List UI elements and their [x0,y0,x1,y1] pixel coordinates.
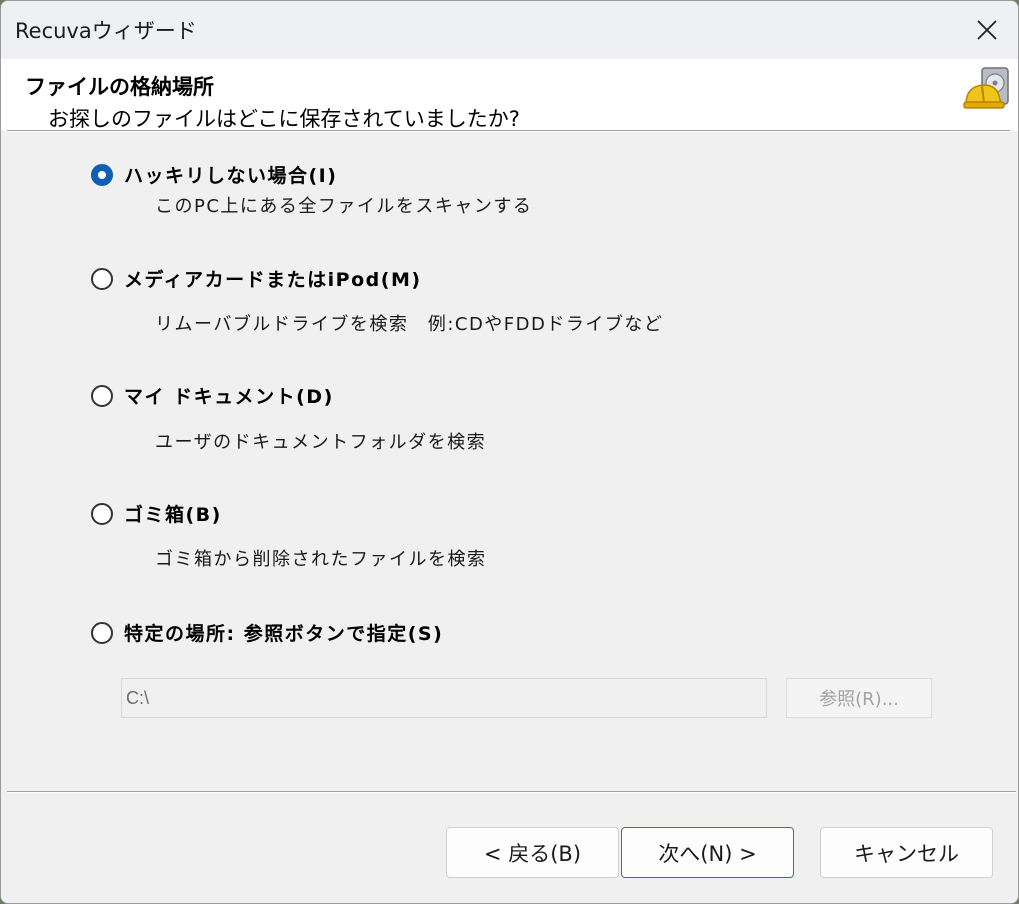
option-recycle-bin[interactable]: ゴミ箱(B) [91,500,222,527]
option-label-my-documents: マイ ドキュメント(D) [124,386,334,408]
option-desc-media-card: リムーバブルドライブを検索 例:CDやFDDドライブなど [155,314,664,335]
cancel-button[interactable]: キャンセル [820,827,993,878]
close-button[interactable] [956,1,1018,59]
option-my-documents[interactable]: マイ ドキュメント(D) [91,382,334,409]
back-button[interactable]: < 戻る(B) [446,827,619,878]
option-label-specific-location: 特定の場所: 参照ボタンで指定(S) [124,623,444,645]
location-path-input[interactable] [121,678,767,718]
title-bar: Recuvaウィザード [1,1,1018,59]
radio-unsure[interactable] [91,163,113,186]
recuva-wizard-window: Recuvaウィザード ファイルの格納場所 お探しのファイルはどこに保存されてい… [0,0,1019,904]
option-desc-recycle-bin: ゴミ箱から削除されたファイルを検索 [155,549,487,570]
option-specific-location[interactable]: 特定の場所: 参照ボタンで指定(S) [91,619,443,646]
window-title: Recuvaウィザード [15,19,197,43]
recuva-hardhat-disk-icon [963,67,1009,109]
option-label-unsure: ハッキリしない場合(I) [124,165,338,187]
radio-media-card[interactable] [91,267,113,290]
option-desc-unsure: このPC上にある全ファイルをスキャンする [155,196,533,217]
radio-recycle-bin[interactable] [91,502,113,525]
option-unsure[interactable]: ハッキリしない場合(I) [91,161,337,188]
radio-specific-location[interactable] [91,621,113,644]
header-subtitle: お探しのファイルはどこに保存されていましたか? [48,107,520,131]
option-label-media-card: メディアカードまたはiPod(M) [124,269,422,291]
header-title: ファイルの格納場所 [25,75,214,99]
next-button[interactable]: 次へ(N) > [621,827,794,878]
header-divider-highlight [7,131,1010,132]
option-label-recycle-bin: ゴミ箱(B) [124,504,222,526]
option-desc-my-documents: ユーザのドキュメントフォルダを検索 [155,432,487,453]
browse-button[interactable]: 参照(R)... [786,678,932,718]
option-media-card[interactable]: メディアカードまたはiPod(M) [91,265,422,292]
footer-divider-highlight [7,792,1016,793]
close-icon [977,20,997,40]
wizard-header: ファイルの格納場所 お探しのファイルはどこに保存されていましたか? [1,59,1018,131]
radio-my-documents[interactable] [91,384,113,407]
